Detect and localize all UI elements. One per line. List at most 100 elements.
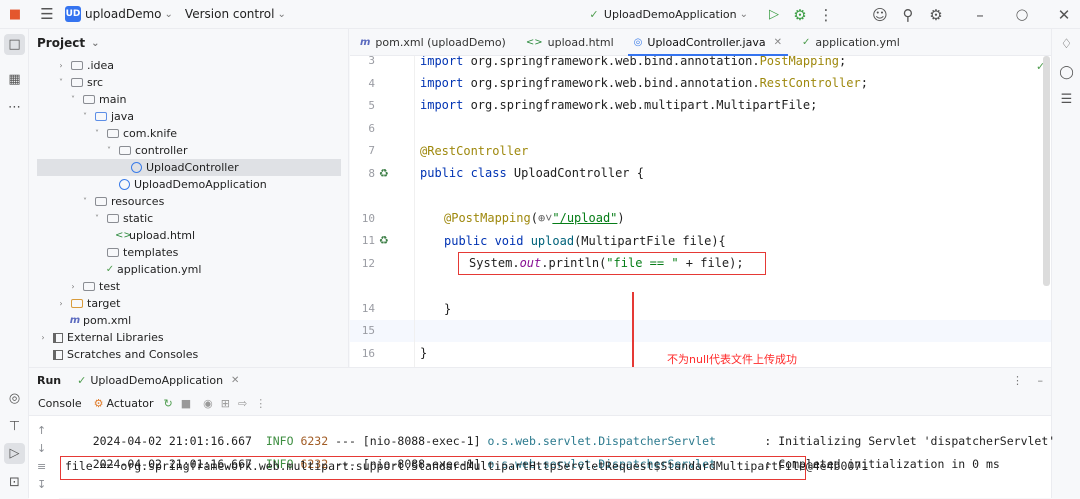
ai-assistant-icon[interactable]: ◯: [1056, 62, 1077, 83]
close-icon[interactable]: ✕: [231, 375, 239, 386]
minimize-icon[interactable]: –: [970, 5, 990, 25]
project-tree-item-label: java: [111, 110, 135, 123]
run-config-tab-icon: ✓: [77, 373, 87, 387]
project-tree-item-label: pom.xml: [83, 314, 132, 327]
project-name[interactable]: uploadDemo: [85, 7, 162, 21]
editor-tab-label: UploadController.java: [647, 35, 766, 49]
project-tree-item[interactable]: › External Libraries: [37, 329, 341, 346]
project-tree-item-label: UploadDemoApplication: [134, 178, 267, 191]
app-logo-icon: ■: [8, 6, 22, 22]
line-number: 15: [361, 324, 375, 337]
project-tree-item[interactable]: ˅ java: [37, 108, 341, 125]
line-number: 11: [361, 234, 375, 247]
run-config-tab[interactable]: UploadDemoApplication: [90, 374, 223, 387]
more-icon[interactable]: ⋮: [816, 5, 836, 25]
main-menu-icon[interactable]: ☰: [37, 4, 57, 24]
project-tree-item-label: static: [123, 212, 154, 225]
project-tree-item-label: templates: [123, 246, 179, 259]
project-panel-header[interactable]: Project ⌄: [29, 29, 348, 57]
chevron-right-icon[interactable]: ›: [37, 333, 49, 342]
code-line-10: @PostMapping(⊕˅"/upload"): [444, 211, 625, 225]
output-highlight-box: [60, 456, 806, 480]
structure-tool-icon[interactable]: ▦: [4, 69, 25, 90]
line-number: 7: [368, 144, 375, 157]
notifications-icon[interactable]: ♢: [1056, 34, 1077, 55]
database-icon[interactable]: ☰: [1056, 89, 1077, 110]
more-tools-icon[interactable]: ⋯: [4, 97, 25, 118]
chevron-down-icon[interactable]: ˅: [91, 129, 103, 138]
right-tool-strip: ♢ ◯ ☰: [1051, 29, 1080, 498]
search-icon[interactable]: ⚲: [898, 5, 918, 25]
more-icon[interactable]: ⋮: [1012, 374, 1023, 387]
project-tree-item[interactable]: UploadDemoApplication: [37, 176, 341, 193]
folder-icon: [83, 282, 95, 291]
project-tree-item[interactable]: ✓ application.yml: [37, 261, 341, 278]
chevron-right-icon[interactable]: ›: [55, 299, 67, 308]
run-icon[interactable]: ▷: [764, 5, 784, 25]
scroll-to-end-icon[interactable]: ↧: [37, 478, 46, 491]
project-tree-item[interactable]: UploadController: [37, 159, 341, 176]
project-tree-item[interactable]: ˅ resources: [37, 193, 341, 210]
editor-scrollbar[interactable]: [1043, 56, 1050, 286]
chevron-down-icon[interactable]: ˅: [91, 214, 103, 223]
chevron-down-icon[interactable]: ˅: [67, 95, 79, 104]
editor-tab[interactable]: <> upload.html: [516, 29, 624, 56]
project-tree-item[interactable]: ˅ controller: [37, 142, 341, 159]
scroll-down-icon[interactable]: ↓: [37, 442, 46, 455]
project-tree-item-label: upload.html: [129, 229, 196, 242]
chevron-right-icon[interactable]: ›: [67, 282, 79, 291]
minimize-panel-icon[interactable]: –: [1038, 374, 1044, 387]
build-tool-icon[interactable]: ⊤: [4, 416, 25, 437]
chevron-down-icon[interactable]: ˅: [55, 78, 67, 87]
chevron-down-icon: ⌄: [164, 8, 173, 20]
close-icon[interactable]: ✕: [1054, 5, 1074, 25]
debug-icon[interactable]: ⚙: [790, 5, 810, 25]
html-icon: <>: [525, 36, 543, 48]
console-log-line: 2024-04-02 21:01:16.667 INFO 6232 --- [n…: [92, 434, 1056, 448]
project-tool-icon[interactable]: □: [4, 34, 25, 55]
project-tree-item[interactable]: <> upload.html: [37, 227, 341, 244]
bean-icon[interactable]: ♻: [379, 167, 389, 180]
editor-tab[interactable]: ◎ UploadController.java ✕: [624, 29, 792, 56]
line-number: [350, 185, 375, 207]
folder-icon: [71, 299, 83, 308]
project-tree-item[interactable]: ˅ main: [37, 91, 341, 108]
project-tree-item-label: test: [99, 280, 121, 293]
code-line-7: @RestController: [420, 144, 529, 158]
scroll-up-icon[interactable]: ↑: [37, 424, 46, 437]
code-editor[interactable]: 3 4 5 6 7 8 10 11 12 14 15 16 ♻ ♻ import org.spring…: [350, 56, 1051, 367]
project-tree-item[interactable]: templates: [37, 244, 341, 261]
project-tree-item[interactable]: ˅ com.knife: [37, 125, 341, 142]
folder-icon: [71, 61, 83, 70]
folder-icon: [95, 197, 107, 206]
vcs-menu[interactable]: Version control: [185, 7, 275, 21]
endpoint-icon[interactable]: ♻: [379, 234, 389, 247]
maximize-icon[interactable]: ◯: [1012, 5, 1032, 25]
chevron-down-icon[interactable]: ˅: [79, 197, 91, 206]
project-tree-item[interactable]: ˅ src: [37, 74, 341, 91]
editor-tab[interactable]: m pom.xml (uploadDemo): [350, 29, 516, 56]
project-tree-item[interactable]: ˅ static: [37, 210, 341, 227]
close-icon[interactable]: ✕: [774, 37, 782, 48]
project-badge: UD: [65, 6, 81, 22]
project-tree-item[interactable]: Scratches and Consoles: [37, 346, 341, 363]
project-tree-item[interactable]: m pom.xml: [37, 312, 341, 329]
project-tree-item[interactable]: › target: [37, 295, 341, 312]
run-config-selector[interactable]: UploadDemoApplication: [604, 8, 737, 21]
project-tree-item[interactable]: › test: [37, 278, 341, 295]
terminal-tool-icon[interactable]: ⊡: [4, 472, 25, 493]
project-tree-item[interactable]: › .idea: [37, 57, 341, 74]
chevron-down-icon[interactable]: ˅: [79, 112, 91, 121]
class-icon: ◎: [633, 36, 643, 48]
add-user-icon[interactable]: ☺: [870, 5, 890, 25]
services-tool-icon[interactable]: ◎: [4, 388, 25, 409]
chevron-down-icon[interactable]: ˅: [103, 146, 115, 155]
yml-icon: ✓: [105, 264, 115, 275]
class-icon: [131, 162, 142, 173]
settings-icon[interactable]: ⚙: [926, 5, 946, 25]
editor-tab[interactable]: ✓ application.yml: [792, 29, 910, 56]
run-tool-icon[interactable]: ▷: [4, 443, 25, 464]
chevron-right-icon[interactable]: ›: [55, 61, 67, 70]
folder-icon: [107, 214, 119, 223]
soft-wrap-icon[interactable]: ≡: [37, 460, 46, 473]
